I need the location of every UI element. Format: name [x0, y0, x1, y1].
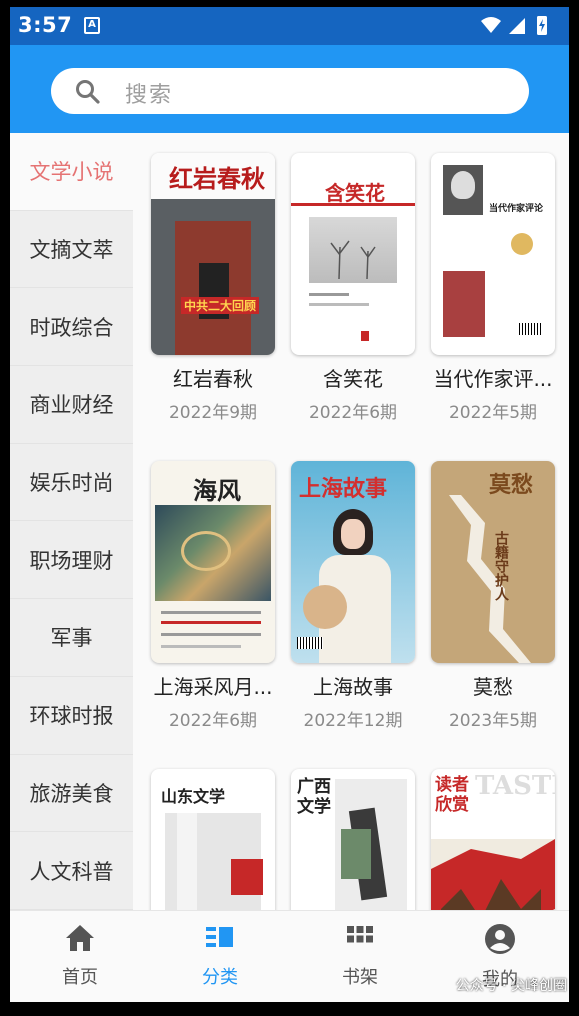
- home-icon: [66, 925, 94, 951]
- nav-category[interactable]: 分类: [170, 923, 270, 989]
- magazine-title: 莫愁: [473, 675, 513, 699]
- app-screen: 3:57 A 搜索 文学小说 文摘文萃 时政综合 商业财经 娱乐时尚 职场理财 …: [10, 7, 569, 1002]
- magazine-card[interactable]: 读者欣赏 TASTE: [431, 769, 557, 910]
- nav-home-label: 首页: [62, 967, 98, 988]
- sidebar-item-military[interactable]: 军事: [10, 599, 133, 677]
- magazine-cover[interactable]: 山东文学: [151, 769, 275, 910]
- sidebar-item-digest[interactable]: 文摘文萃: [10, 210, 133, 289]
- magazine-card[interactable]: 广西文学: [291, 769, 417, 910]
- profile-icon: [485, 924, 515, 954]
- magazine-card[interactable]: 海风 上海采风月... 2022年6期: [151, 461, 277, 731]
- watermark-text: 公众号 · 尖峰创圈: [455, 978, 567, 994]
- category-icon: [206, 927, 233, 947]
- magazine-grid: 红岩春秋 中共二大回顾 红岩春秋 2022年9期 含笑花 含笑花 2022年6期…: [133, 133, 569, 910]
- nav-bookshelf[interactable]: 书架: [310, 923, 410, 989]
- sidebar-item-entertainment[interactable]: 娱乐时尚: [10, 443, 133, 522]
- status-time: 3:57: [18, 13, 73, 37]
- magazine-title: 上海采风月...: [153, 675, 273, 699]
- magazine-cover[interactable]: 上海故事: [291, 461, 415, 663]
- cover-subtitle: TASTE: [475, 771, 555, 801]
- sidebar-item-travel-food[interactable]: 旅游美食: [10, 754, 133, 833]
- sidebar-item-literature[interactable]: 文学小说: [10, 133, 133, 211]
- sidebar-item-global-times[interactable]: 环球时报: [10, 676, 133, 755]
- nav-home[interactable]: 首页: [30, 923, 130, 989]
- magazine-title: 红岩春秋: [173, 367, 253, 391]
- status-icons: [479, 15, 559, 41]
- magazine-cover[interactable]: 红岩春秋 中共二大回顾: [151, 153, 275, 355]
- cover-title: 上海故事: [299, 476, 388, 502]
- magazine-title: 当代作家评...: [433, 367, 553, 391]
- search-input[interactable]: 搜索: [125, 77, 173, 109]
- magazine-cover[interactable]: 广西文学: [291, 769, 415, 910]
- cover-title: 读者欣赏: [435, 775, 469, 815]
- magazine-cover[interactable]: 莫愁 古籍守护人: [431, 461, 555, 663]
- category-sidebar: 文学小说 文摘文萃 时政综合 商业财经 娱乐时尚 职场理财 军事 环球时报 旅游…: [10, 133, 133, 910]
- magazine-issue: 2022年5期: [448, 403, 538, 423]
- search-bar[interactable]: 搜索: [51, 68, 529, 114]
- sidebar-item-career[interactable]: 职场理财: [10, 521, 133, 600]
- magazine-issue: 2022年12期: [303, 711, 403, 731]
- nav-bookshelf-label: 书架: [342, 967, 378, 988]
- magazine-issue: 2022年6期: [308, 403, 398, 423]
- cover-subtitle: 中共二大回顾: [181, 297, 260, 314]
- magazine-issue: 2022年9期: [168, 403, 258, 423]
- cover-title: 红岩春秋: [169, 164, 265, 193]
- magazine-cover[interactable]: 读者欣赏 TASTE: [431, 769, 555, 910]
- cover-title: 广西文学: [297, 777, 331, 817]
- notification-icon: A: [84, 17, 100, 34]
- cover-title: 当代作家评论: [489, 204, 544, 214]
- search-icon: [75, 79, 101, 109]
- magazine-card[interactable]: 山东文学: [151, 769, 277, 910]
- magazine-cover[interactable]: 当代作家评论: [431, 153, 555, 355]
- cover-title: 含笑花: [325, 181, 385, 205]
- magazine-card[interactable]: 红岩春秋 中共二大回顾 红岩春秋 2022年9期: [151, 153, 277, 423]
- cover-title: 海风: [193, 476, 241, 505]
- magazine-card[interactable]: 莫愁 古籍守护人 莫愁 2023年5期: [431, 461, 557, 731]
- magazine-issue: 2023年5期: [448, 711, 538, 731]
- magazine-card[interactable]: 当代作家评论 当代作家评... 2022年5期: [431, 153, 557, 423]
- nav-category-label: 分类: [202, 967, 238, 988]
- magazine-cover[interactable]: 含笑花: [291, 153, 415, 355]
- app-bar: 搜索: [10, 45, 569, 133]
- signal-icon: [509, 18, 525, 34]
- wifi-icon: [481, 17, 501, 33]
- magazine-issue: 2022年6期: [168, 711, 258, 731]
- magazine-card[interactable]: 上海故事 上海故事 2022年12期: [291, 461, 417, 731]
- magazine-title: 上海故事: [313, 675, 393, 699]
- magazine-title: 含笑花: [323, 367, 383, 391]
- status-bar: 3:57 A: [10, 7, 569, 45]
- cover-subtitle: 古籍守护人: [493, 531, 509, 601]
- cover-title: 山东文学: [161, 787, 226, 806]
- sidebar-item-politics[interactable]: 时政综合: [10, 288, 133, 367]
- magazine-cover[interactable]: 海风: [151, 461, 275, 663]
- magazine-card[interactable]: 含笑花 含笑花 2022年6期: [291, 153, 417, 423]
- sidebar-item-humanities[interactable]: 人文科普: [10, 832, 133, 910]
- sidebar-item-business[interactable]: 商业财经: [10, 366, 133, 444]
- bookshelf-icon: [347, 926, 373, 943]
